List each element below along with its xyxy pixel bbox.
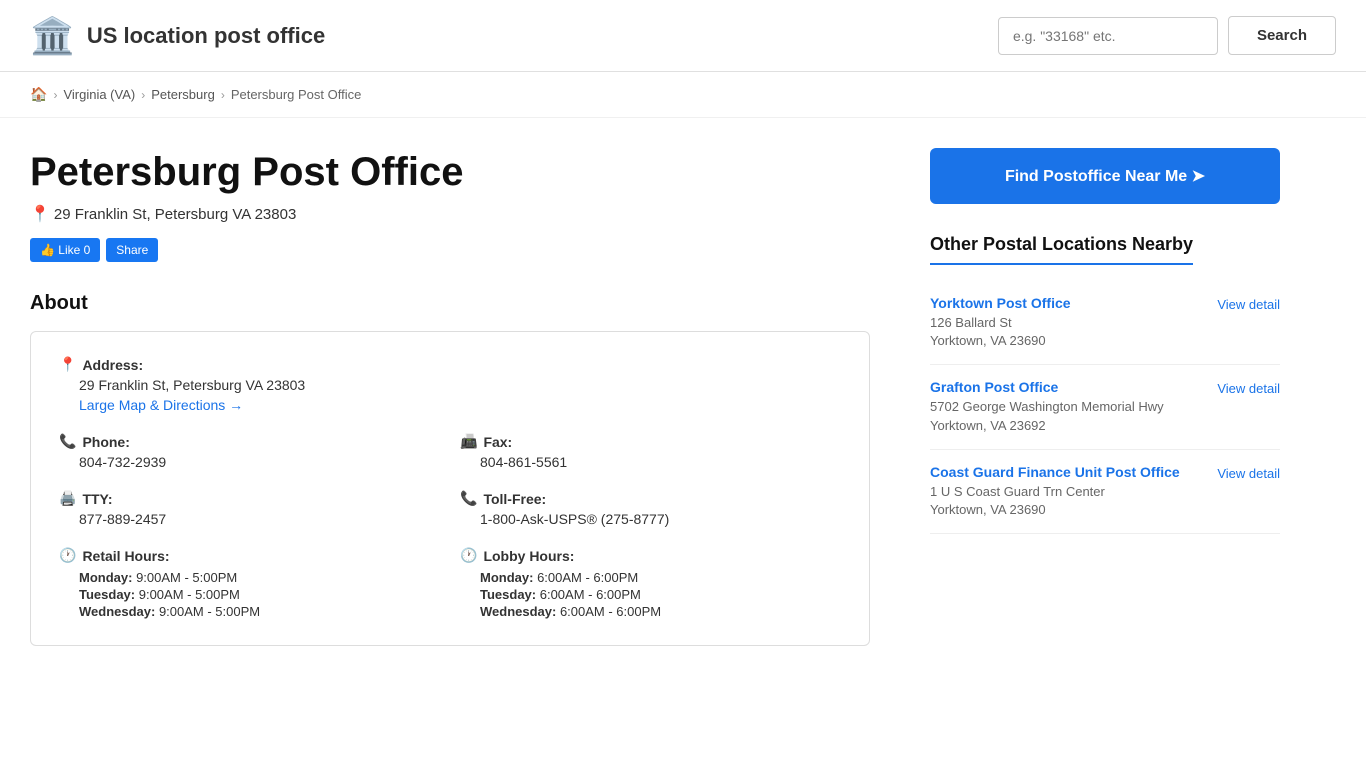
nearby-item-yorktown-info: Yorktown Post Office 126 Ballard St York… (930, 295, 1071, 350)
tollfree-label-text: Toll-Free: (483, 491, 546, 507)
retail-tuesday: Tuesday: 9:00AM - 5:00PM (79, 587, 440, 602)
hours-row: 🕐 Retail Hours: Monday: 9:00AM - 5:00PM … (59, 547, 841, 621)
main-layout: Petersburg Post Office 📍 29 Franklin St,… (0, 118, 1366, 676)
search-button[interactable]: Search (1228, 16, 1336, 55)
map-directions-link[interactable]: Large Map & Directions → (79, 397, 243, 413)
tty-tollfree-row: 🖨️ TTY: 877-889-2457 📞 Toll-Free: 1-800-… (59, 490, 841, 527)
breadcrumb-current: Petersburg Post Office (231, 87, 362, 102)
nearby-grafton-addr: 5702 George Washington Memorial Hwy York… (930, 398, 1164, 434)
nearby-item-yorktown: Yorktown Post Office 126 Ballard St York… (930, 281, 1280, 365)
header-right: Search (998, 16, 1336, 55)
phone-block: 📞 Phone: 804-732-2939 (59, 433, 440, 470)
fax-label: 📠 Fax: (460, 433, 841, 450)
lobby-tuesday: Tuesday: 6:00AM - 6:00PM (480, 587, 841, 602)
info-card: 📍 Address: 29 Franklin St, Petersburg VA… (30, 331, 870, 646)
about-title: About (30, 292, 870, 315)
retail-hours-label-text: Retail Hours: (82, 548, 169, 564)
page-title: Petersburg Post Office (30, 148, 870, 196)
retail-hours-block: 🕐 Retail Hours: Monday: 9:00AM - 5:00PM … (59, 547, 440, 621)
breadcrumb-sep-2: › (141, 88, 145, 102)
find-postoffice-button[interactable]: Find Postoffice Near Me ➤ (930, 148, 1280, 204)
breadcrumb-city[interactable]: Petersburg (151, 87, 215, 102)
address-line: 📍 29 Franklin St, Petersburg VA 23803 (30, 204, 870, 224)
retail-clock-icon: 🕐 (59, 547, 76, 564)
nearby-yorktown-view[interactable]: View detail (1217, 297, 1280, 312)
lobby-wednesday: Wednesday: 6:00AM - 6:00PM (480, 604, 841, 619)
nearby-grafton-link[interactable]: Grafton Post Office (930, 379, 1164, 395)
address-label-text: Address: (82, 357, 143, 373)
retail-wednesday: Wednesday: 9:00AM - 5:00PM (79, 604, 440, 619)
address-label: 📍 Address: (59, 356, 841, 373)
tollfree-label: 📞 Toll-Free: (460, 490, 841, 507)
phone-label-text: Phone: (82, 434, 129, 450)
phone-value: 804-732-2939 (79, 454, 440, 470)
nearby-item-grafton: Grafton Post Office 5702 George Washingt… (930, 365, 1280, 449)
breadcrumb: 🏠 › Virginia (VA) › Petersburg › Petersb… (0, 72, 1366, 118)
lobby-clock-icon: 🕐 (460, 547, 477, 564)
phone-label: 📞 Phone: (59, 433, 440, 450)
breadcrumb-sep-3: › (221, 88, 225, 102)
tty-block: 🖨️ TTY: 877-889-2457 (59, 490, 440, 527)
nearby-item-coastguard: Coast Guard Finance Unit Post Office 1 U… (930, 450, 1280, 534)
nearby-coastguard-addr: 1 U S Coast Guard Trn Center Yorktown, V… (930, 483, 1180, 519)
breadcrumb-state[interactable]: Virginia (VA) (63, 87, 135, 102)
nearby-yorktown-link[interactable]: Yorktown Post Office (930, 295, 1071, 311)
lobby-hours-label: 🕐 Lobby Hours: (460, 547, 841, 564)
nearby-title: Other Postal Locations Nearby (930, 234, 1280, 281)
logo-icon: 🏛️ (30, 18, 75, 54)
phone-fax-row: 📞 Phone: 804-732-2939 📠 Fax: 804-861-556… (59, 433, 841, 470)
home-icon[interactable]: 🏠 (30, 86, 47, 103)
social-buttons: 👍 Like 0 Share (30, 238, 870, 262)
fb-share-button[interactable]: Share (106, 238, 158, 262)
fax-icon: 📠 (460, 433, 477, 450)
tty-value: 877-889-2457 (79, 511, 440, 527)
nearby-coastguard-link[interactable]: Coast Guard Finance Unit Post Office (930, 464, 1180, 480)
nearby-yorktown-addr: 126 Ballard St Yorktown, VA 23690 (930, 314, 1071, 350)
address-icon: 📍 (59, 356, 76, 373)
lobby-hours-label-text: Lobby Hours: (483, 548, 574, 564)
nearby-coastguard-view[interactable]: View detail (1217, 466, 1280, 481)
fax-value: 804-861-5561 (480, 454, 841, 470)
address-value: 29 Franklin St, Petersburg VA 23803 (79, 377, 841, 393)
retail-hours-label: 🕐 Retail Hours: (59, 547, 440, 564)
content-area: Petersburg Post Office 📍 29 Franklin St,… (30, 118, 910, 676)
tollfree-value: 1-800-Ask-USPS® (275-8777) (480, 511, 841, 527)
search-input[interactable] (998, 17, 1218, 55)
fb-like-button[interactable]: 👍 Like 0 (30, 238, 100, 262)
header-left: 🏛️ US location post office (30, 18, 325, 54)
site-title: US location post office (87, 23, 325, 49)
lobby-monday: Monday: 6:00AM - 6:00PM (480, 570, 841, 585)
header: 🏛️ US location post office Search (0, 0, 1366, 72)
tty-icon: 🖨️ (59, 490, 76, 507)
lobby-hours-block: 🕐 Lobby Hours: Monday: 6:00AM - 6:00PM T… (460, 547, 841, 621)
breadcrumb-sep-1: › (53, 88, 57, 102)
nearby-item-grafton-info: Grafton Post Office 5702 George Washingt… (930, 379, 1164, 434)
nearby-item-coastguard-info: Coast Guard Finance Unit Post Office 1 U… (930, 464, 1180, 519)
fax-label-text: Fax: (483, 434, 512, 450)
tty-label: 🖨️ TTY: (59, 490, 440, 507)
nearby-grafton-view[interactable]: View detail (1217, 381, 1280, 396)
page-address: 29 Franklin St, Petersburg VA 23803 (54, 206, 296, 223)
address-section: 📍 Address: 29 Franklin St, Petersburg VA… (59, 356, 841, 413)
retail-monday: Monday: 9:00AM - 5:00PM (79, 570, 440, 585)
phone-icon: 📞 (59, 433, 76, 450)
tty-label-text: TTY: (82, 491, 112, 507)
sidebar: Find Postoffice Near Me ➤ Other Postal L… (910, 118, 1280, 676)
tollfree-block: 📞 Toll-Free: 1-800-Ask-USPS® (275-8777) (460, 490, 841, 527)
pin-icon: 📍 (30, 204, 50, 224)
fax-block: 📠 Fax: 804-861-5561 (460, 433, 841, 470)
tollfree-icon: 📞 (460, 490, 477, 507)
